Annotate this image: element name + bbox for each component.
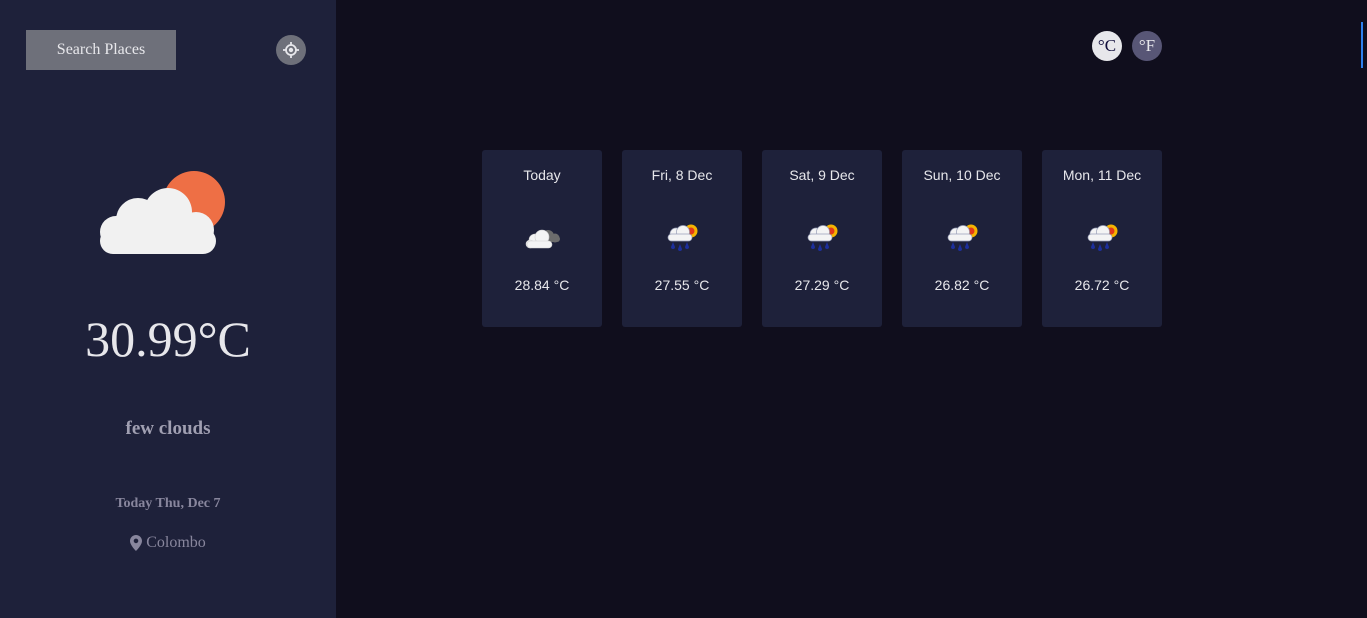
few-clouds-icon — [100, 171, 225, 254]
fahrenheit-toggle[interactable]: °F — [1132, 31, 1162, 61]
forecast-temperature: 28.84 °C — [514, 277, 570, 293]
forecast-day: Today — [523, 167, 561, 183]
map-pin-icon — [130, 535, 143, 551]
location-name: Colombo — [146, 534, 206, 551]
sidebar: Search Places 30.99°C few clouds Today T… — [0, 0, 336, 618]
current-date: Today Thu, Dec 7 — [115, 496, 221, 511]
location: Colombo — [0, 534, 336, 552]
weather-description: few clouds — [125, 418, 211, 439]
forecast-day: Sat, 9 Dec — [789, 167, 855, 183]
current-location-button[interactable] — [276, 35, 306, 65]
search-places-button[interactable]: Search Places — [26, 30, 176, 70]
rain-icon — [947, 224, 978, 251]
forecast-card: Sat, 9 Dec 27.29 °C — [762, 150, 882, 327]
current-temperature: 30.99°C — [85, 311, 251, 367]
forecast-temperature: 26.82 °C — [934, 277, 990, 293]
forecast-day: Fri, 8 Dec — [651, 167, 713, 183]
weather-app: Search Places 30.99°C few clouds Today T… — [0, 0, 1367, 618]
rain-icon — [667, 224, 698, 251]
rain-icon — [807, 224, 838, 251]
forecast-day: Sun, 10 Dec — [923, 167, 1001, 183]
forecast-day: Mon, 11 Dec — [1062, 167, 1142, 183]
forecast-card: Sun, 10 Dec 26.82 °C — [902, 150, 1022, 327]
rain-icon — [1087, 224, 1118, 251]
forecast-card: Mon, 11 Dec 26.72 °C — [1042, 150, 1162, 327]
forecast-temperature: 26.72 °C — [1074, 277, 1130, 293]
scrollbar[interactable] — [1361, 22, 1363, 68]
forecast-list: Today 28.84 °C Fri, 8 Dec 27.55 °C Sat, … — [482, 150, 1162, 327]
forecast-temperature: 27.29 °C — [794, 277, 850, 293]
forecast-card: Today 28.84 °C — [482, 150, 602, 327]
celsius-toggle[interactable]: °C — [1092, 31, 1122, 61]
forecast-temperature: 27.55 °C — [654, 277, 710, 293]
broken-clouds-icon — [525, 229, 560, 249]
forecast-card: Fri, 8 Dec 27.55 °C — [622, 150, 742, 327]
crosshair-icon — [283, 42, 299, 58]
